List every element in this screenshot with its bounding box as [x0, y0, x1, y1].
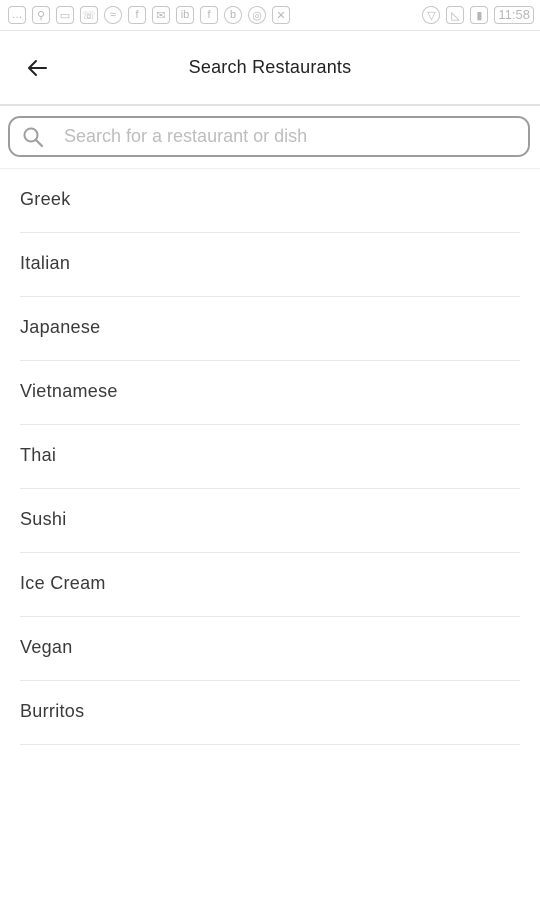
list-item[interactable]: Ice Cream: [20, 553, 520, 617]
clock: 11:58: [494, 6, 534, 24]
search-box[interactable]: [8, 116, 530, 157]
message-icon: ▭: [56, 6, 74, 24]
list-item[interactable]: Japanese: [20, 297, 520, 361]
category-list: Greek Italian Japanese Vietnamese Thai S…: [20, 169, 520, 745]
signal-off-icon: ✕: [272, 6, 290, 24]
status-bar: … ⚲ ▭ ☏ ≈ f ✉ ib f b ◎ ✕ ▽ ◺ ▮ 11:58: [0, 0, 540, 31]
phone-icon: ☏: [80, 6, 98, 24]
list-item[interactable]: Vegan: [20, 617, 520, 681]
mail-icon: ✉: [152, 6, 170, 24]
sync-icon: ◎: [248, 6, 266, 24]
wifi-icon: ≈: [104, 6, 122, 24]
search-input[interactable]: [64, 126, 504, 147]
facebook-icon: f: [200, 6, 218, 24]
category-label: Italian: [20, 253, 71, 273]
category-label: Vegan: [20, 637, 73, 657]
category-label: Vietnamese: [20, 381, 118, 401]
no-sim-icon: ◺: [446, 6, 465, 24]
category-label: Burritos: [20, 701, 85, 721]
search-icon: [22, 126, 44, 148]
list-item[interactable]: Burritos: [20, 681, 520, 745]
wifi-signal-icon: ▽: [422, 6, 441, 24]
category-label: Japanese: [20, 317, 101, 337]
category-label: Ice Cream: [20, 573, 106, 593]
list-item[interactable]: Greek: [20, 169, 520, 233]
search-bar: [8, 116, 530, 157]
facebook-icon: f: [128, 6, 146, 24]
notification-icons: … ⚲ ▭ ☏ ≈ f ✉ ib f b ◎ ✕: [8, 6, 290, 24]
page-title: Search Restaurants: [188, 57, 352, 77]
list-item[interactable]: Vietnamese: [20, 361, 520, 425]
list-item[interactable]: Italian: [20, 233, 520, 297]
chat-icon: …: [8, 6, 26, 24]
ib-icon: ib: [176, 6, 194, 24]
app-bar: Search Restaurants: [0, 31, 540, 106]
system-status: ▽ ◺ ▮ 11:58: [422, 6, 534, 24]
b-icon: b: [224, 6, 242, 24]
search-icon: ⚲: [32, 6, 50, 24]
list-item[interactable]: Sushi: [20, 489, 520, 553]
battery-icon: ▮: [470, 6, 489, 24]
category-label: Greek: [20, 189, 71, 209]
category-label: Thai: [20, 445, 57, 465]
list-item[interactable]: Thai: [20, 425, 520, 489]
category-label: Sushi: [20, 509, 67, 529]
